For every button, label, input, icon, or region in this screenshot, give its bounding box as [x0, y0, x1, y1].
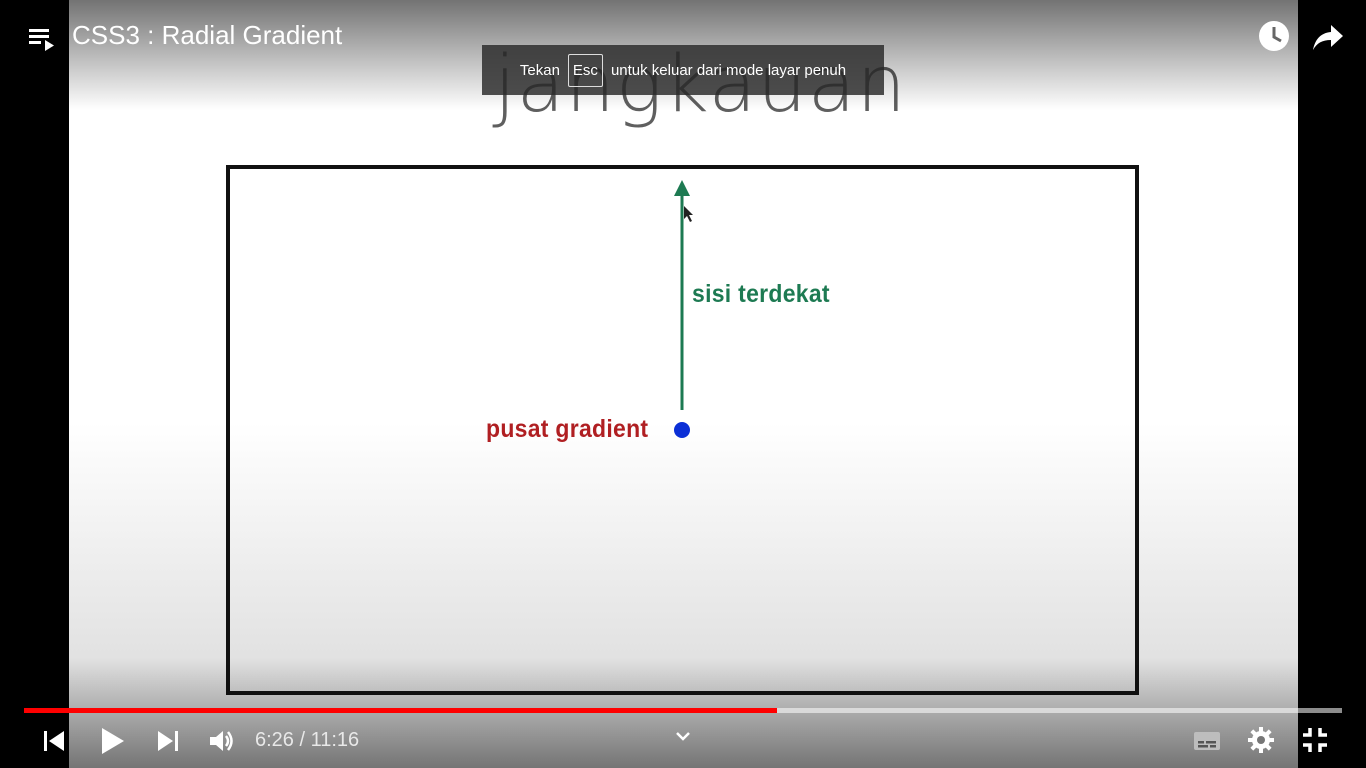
- volume-icon: [210, 731, 233, 751]
- exit-fullscreen-icon: [1303, 728, 1327, 752]
- gradient-center-dot: [674, 422, 690, 438]
- share-button[interactable]: [1308, 16, 1348, 56]
- share-arrow-icon: [1313, 25, 1343, 50]
- gear-icon: [1248, 727, 1274, 753]
- exit-fullscreen-button[interactable]: [1298, 723, 1332, 757]
- video-frame[interactable]: jangkauan sisi terdekat pusat gradient: [69, 0, 1298, 768]
- mouse-cursor: [684, 206, 693, 222]
- video-title[interactable]: CSS3 : Radial Gradient: [72, 20, 342, 51]
- captions-icon: [1194, 732, 1220, 750]
- play-button[interactable]: [94, 723, 130, 759]
- fullscreen-exit-toast: Tekan Esc untuk keluar dari mode layar p…: [482, 45, 884, 95]
- diagram-graphic: [674, 180, 693, 438]
- nearest-side-arrowhead: [674, 180, 690, 196]
- previous-button[interactable]: [38, 725, 70, 757]
- skip-next-icon: [158, 731, 178, 751]
- volume-button[interactable]: [204, 723, 240, 759]
- time-display: 6:26 / 11:16: [255, 729, 360, 751]
- captions-button[interactable]: [1190, 725, 1224, 757]
- next-button[interactable]: [152, 725, 184, 757]
- progress-played: [24, 708, 777, 713]
- toast-text-before: Tekan: [519, 61, 560, 79]
- playlist-button[interactable]: [24, 20, 60, 56]
- clock-icon: [1259, 21, 1289, 51]
- chevron-down-icon: [676, 732, 690, 741]
- settings-button[interactable]: [1244, 723, 1278, 757]
- player-controls: 6:26 / 11:16: [0, 715, 1366, 768]
- more-videos-button[interactable]: [670, 723, 696, 749]
- skip-previous-icon: [44, 731, 64, 751]
- esc-key-badge: Esc: [567, 53, 603, 87]
- progress-bar[interactable]: [24, 708, 1342, 713]
- toast-text-after: untuk keluar dari mode layar penuh: [610, 61, 847, 79]
- label-nearest-side: sisi terdekat: [692, 280, 830, 308]
- play-icon: [102, 728, 124, 754]
- playlist-icon: [29, 29, 54, 51]
- label-gradient-center: pusat gradient: [486, 415, 649, 443]
- watch-later-button[interactable]: [1254, 16, 1294, 56]
